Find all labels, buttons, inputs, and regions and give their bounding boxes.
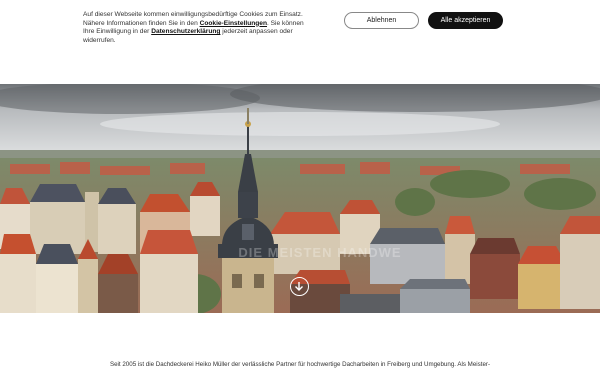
cookie-banner: Auf dieser Webseite kommen einwilligungs… xyxy=(0,0,600,84)
cookie-notice-text: Auf dieser Webseite kommen einwilligungs… xyxy=(83,11,315,45)
intro-text: Seit 2005 ist die Dachdeckerei Heiko Mül… xyxy=(109,361,491,368)
arrow-down-icon xyxy=(295,282,303,291)
hero-tagline: DIE MEISTEN HANDWE xyxy=(238,245,402,260)
cookie-settings-link[interactable]: Cookie-Einstellungen xyxy=(200,20,267,27)
decline-cookies-button[interactable]: Ablehnen xyxy=(344,12,419,29)
cookie-notice-line1: Auf dieser Webseite kommen einwilligungs… xyxy=(83,11,303,18)
accept-all-cookies-button[interactable]: Alle akzeptieren xyxy=(428,12,503,29)
privacy-policy-link[interactable]: Datenschutzerklärung xyxy=(151,28,220,35)
scroll-down-button[interactable] xyxy=(290,277,309,296)
cookie-notice-line2-pre: Nähere Informationen finden Sie in den xyxy=(83,19,200,27)
hero-image: DIE MEISTEN HANDWE xyxy=(0,84,600,313)
